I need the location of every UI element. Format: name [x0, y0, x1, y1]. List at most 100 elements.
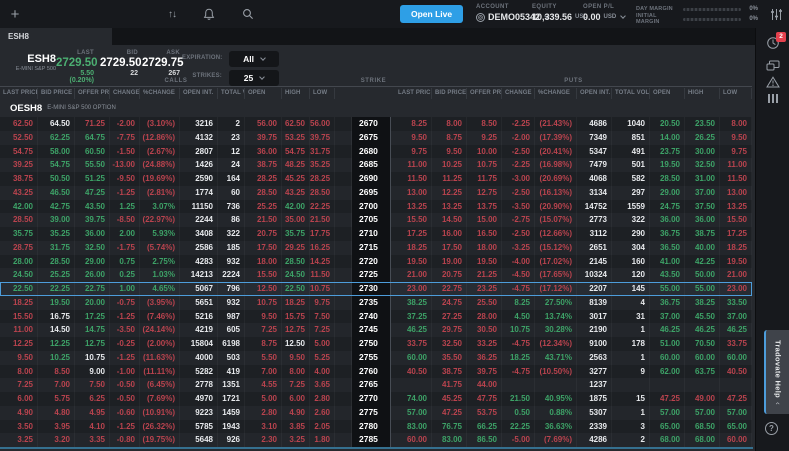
- call-bid-price[interactable]: 62.25: [38, 131, 75, 145]
- call-open[interactable]: 21.50: [245, 213, 282, 227]
- search-icon[interactable]: [238, 0, 258, 28]
- call-total-vol[interactable]: 736: [218, 200, 245, 214]
- call-offer-price[interactable]: 43.50: [75, 200, 110, 214]
- call-open-int[interactable]: 2590: [180, 172, 218, 186]
- call-change[interactable]: -3.50: [110, 323, 140, 337]
- put-pct-change[interactable]: 27.50%: [535, 296, 577, 310]
- call-open[interactable]: 3.10: [245, 420, 282, 434]
- put-open[interactable]: 62.00: [650, 365, 685, 379]
- puts-column-header-last-price[interactable]: LAST PRICE: [395, 88, 432, 99]
- strike-cell[interactable]: 2685: [352, 158, 390, 172]
- call-open[interactable]: 5.50: [245, 351, 282, 365]
- put-offer-price[interactable]: 33.25: [467, 337, 502, 351]
- put-total-vol[interactable]: 491: [612, 145, 650, 159]
- put-last-price[interactable]: 11.50: [395, 172, 432, 186]
- call-low[interactable]: 31.75: [310, 145, 335, 159]
- call-change[interactable]: -1.25: [110, 186, 140, 200]
- call-total-vol[interactable]: 2: [218, 117, 245, 131]
- strike-cell[interactable]: 2765: [352, 378, 390, 392]
- call-bid-price[interactable]: 25.25: [38, 268, 75, 282]
- call-low[interactable]: 2.80: [310, 392, 335, 406]
- call-low[interactable]: 16.25: [310, 241, 335, 255]
- call-change[interactable]: -7.75: [110, 131, 140, 145]
- call-high[interactable]: 62.50: [282, 117, 310, 131]
- calls-column-header-total-vol[interactable]: TOTAL VOL.: [218, 88, 245, 99]
- call-open-int[interactable]: 2778: [180, 378, 218, 392]
- call-high[interactable]: 15.75: [282, 310, 310, 324]
- put-change[interactable]: -4.75: [502, 365, 535, 379]
- alerts-warning-icon[interactable]: [756, 76, 789, 88]
- call-bid-price[interactable]: 8.50: [38, 365, 75, 379]
- put-high[interactable]: 46.25: [685, 323, 720, 337]
- call-low[interactable]: 21.50: [310, 213, 335, 227]
- call-last-price[interactable]: 3.25: [0, 433, 38, 447]
- call-open[interactable]: 20.75: [245, 227, 282, 241]
- call-offer-price[interactable]: 17.25: [75, 310, 110, 324]
- put-high[interactable]: 40.00: [685, 241, 720, 255]
- call-open-int[interactable]: 5216: [180, 310, 218, 324]
- put-open-int[interactable]: 7479: [577, 158, 612, 172]
- put-total-vol[interactable]: 120: [612, 268, 650, 282]
- puts-column-header-total-vol[interactable]: TOTAL VOL.: [612, 88, 650, 99]
- modules-grid-icon[interactable]: [756, 94, 789, 103]
- put-low[interactable]: 11.50: [720, 172, 752, 186]
- tab-esh8[interactable]: ESH8: [0, 28, 112, 45]
- put-pct-change[interactable]: (12.66%): [535, 227, 577, 241]
- call-low[interactable]: 4.00: [310, 365, 335, 379]
- put-open-int[interactable]: 3112: [577, 227, 612, 241]
- put-open[interactable]: 36.75: [650, 296, 685, 310]
- call-pct-change[interactable]: (2.67%): [140, 145, 180, 159]
- call-last-price[interactable]: 42.00: [0, 200, 38, 214]
- call-total-vol[interactable]: 1351: [218, 378, 245, 392]
- strike-cell[interactable]: 2750: [352, 337, 390, 351]
- option-chain-row-2720[interactable]: 28.0028.5029.000.752.75%428393218.0028.5…: [0, 255, 752, 269]
- call-open-int[interactable]: 14213: [180, 268, 218, 282]
- call-total-vol[interactable]: 60: [218, 186, 245, 200]
- strike-cell[interactable]: 2680: [352, 145, 390, 159]
- call-open[interactable]: 7.00: [245, 365, 282, 379]
- puts-column-header-open[interactable]: OPEN: [650, 88, 685, 99]
- call-total-vol[interactable]: 23: [218, 131, 245, 145]
- put-offer-price[interactable]: 9.25: [467, 131, 502, 145]
- put-open-int[interactable]: 2773: [577, 213, 612, 227]
- put-open-int[interactable]: 3134: [577, 186, 612, 200]
- put-change[interactable]: -2.50: [502, 227, 535, 241]
- option-chain-row-2700[interactable]: 42.0042.7543.501.253.07%1115073625.2542.…: [0, 200, 752, 214]
- put-change[interactable]: -4.50: [502, 268, 535, 282]
- call-bid-price[interactable]: 58.00: [38, 145, 75, 159]
- put-total-vol[interactable]: 322: [612, 213, 650, 227]
- call-pct-change[interactable]: (26.32%): [140, 420, 180, 434]
- put-open-int[interactable]: 2651: [577, 241, 612, 255]
- call-last-price[interactable]: 43.25: [0, 186, 38, 200]
- put-total-vol[interactable]: 851: [612, 131, 650, 145]
- call-change[interactable]: -1.00: [110, 365, 140, 379]
- put-offer-price[interactable]: 47.75: [467, 392, 502, 406]
- call-high[interactable]: 43.25: [282, 186, 310, 200]
- call-last-price[interactable]: 18.25: [0, 296, 38, 310]
- call-high[interactable]: 9.50: [282, 351, 310, 365]
- put-high[interactable]: 50.00: [685, 268, 720, 282]
- call-total-vol[interactable]: 605: [218, 323, 245, 337]
- call-low[interactable]: 14.25: [310, 255, 335, 269]
- put-total-vol[interactable]: 31: [612, 310, 650, 324]
- call-pct-change[interactable]: (19.69%): [140, 172, 180, 186]
- call-change[interactable]: -0.50: [110, 378, 140, 392]
- strike-cell[interactable]: 2675: [352, 131, 390, 145]
- strike-cell[interactable]: 2775: [352, 406, 390, 420]
- put-total-vol[interactable]: 4: [612, 296, 650, 310]
- put-last-price[interactable]: 46.25: [395, 323, 432, 337]
- put-high[interactable]: 68.50: [685, 420, 720, 434]
- strike-cell[interactable]: 2770: [352, 392, 390, 406]
- option-chain-row-2670[interactable]: 62.5064.5071.25-2.00(3.10%)3216256.0062.…: [0, 117, 752, 131]
- put-high[interactable]: 38.25: [685, 296, 720, 310]
- call-bid-price[interactable]: 28.50: [38, 255, 75, 269]
- put-high[interactable]: 37.00: [685, 186, 720, 200]
- call-open[interactable]: 25.25: [245, 200, 282, 214]
- put-high[interactable]: 45.50: [685, 310, 720, 324]
- put-change[interactable]: 21.50: [502, 392, 535, 406]
- call-high[interactable]: 12.75: [282, 323, 310, 337]
- call-total-vol[interactable]: 2224: [218, 268, 245, 282]
- call-last-price[interactable]: 35.75: [0, 227, 38, 241]
- call-bid-price[interactable]: 19.50: [38, 296, 75, 310]
- put-open-int[interactable]: 3017: [577, 310, 612, 324]
